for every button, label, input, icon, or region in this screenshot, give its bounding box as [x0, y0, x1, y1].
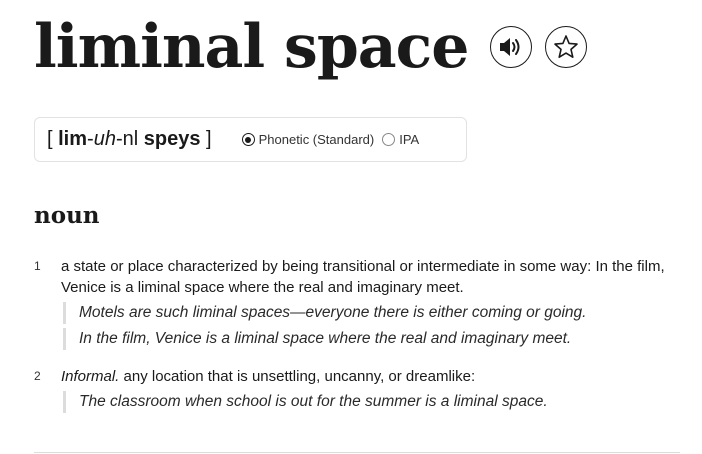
example-sentence: In the film, Venice is a liminal space w…: [63, 328, 680, 350]
part-of-speech: noun: [34, 202, 100, 229]
usage-label: Informal.: [61, 368, 120, 385]
favorite-button[interactable]: [545, 26, 588, 68]
sense-2: 2 Informal. any location that is unsettl…: [34, 366, 680, 413]
speaker-icon: [500, 38, 520, 56]
example-sentence: The classroom when school is out for the…: [63, 391, 680, 413]
headword: liminal space: [34, 12, 469, 82]
play-audio-button[interactable]: [490, 26, 533, 68]
pronunciation-toggle: Phonetic (Standard) IPA: [241, 132, 428, 147]
example-sentence: Motels are such liminal spaces—everyone …: [63, 302, 680, 324]
sense-number: 2: [34, 369, 41, 383]
ipa-radio[interactable]: [382, 133, 396, 146]
pronunciation-box: [ lim-uh-nl speys ] Phonetic (Standard) …: [34, 117, 467, 162]
headword-row: liminal space: [34, 10, 588, 84]
phonetic-label[interactable]: Phonetic (Standard): [259, 132, 375, 147]
ipa-label[interactable]: IPA: [399, 132, 419, 147]
sense-1: 1 a state or place characterized by bein…: [34, 256, 680, 350]
sense-definition: a state or place characterized by being …: [61, 258, 665, 296]
pronunciation-text: [ lim-uh-nl speys ]: [47, 128, 212, 150]
star-icon: [554, 35, 579, 58]
sense-definition: Informal. any location that is unsettlin…: [61, 368, 476, 385]
divider: [34, 452, 680, 453]
sense-number: 1: [34, 259, 41, 273]
phonetic-radio[interactable]: [241, 133, 255, 146]
